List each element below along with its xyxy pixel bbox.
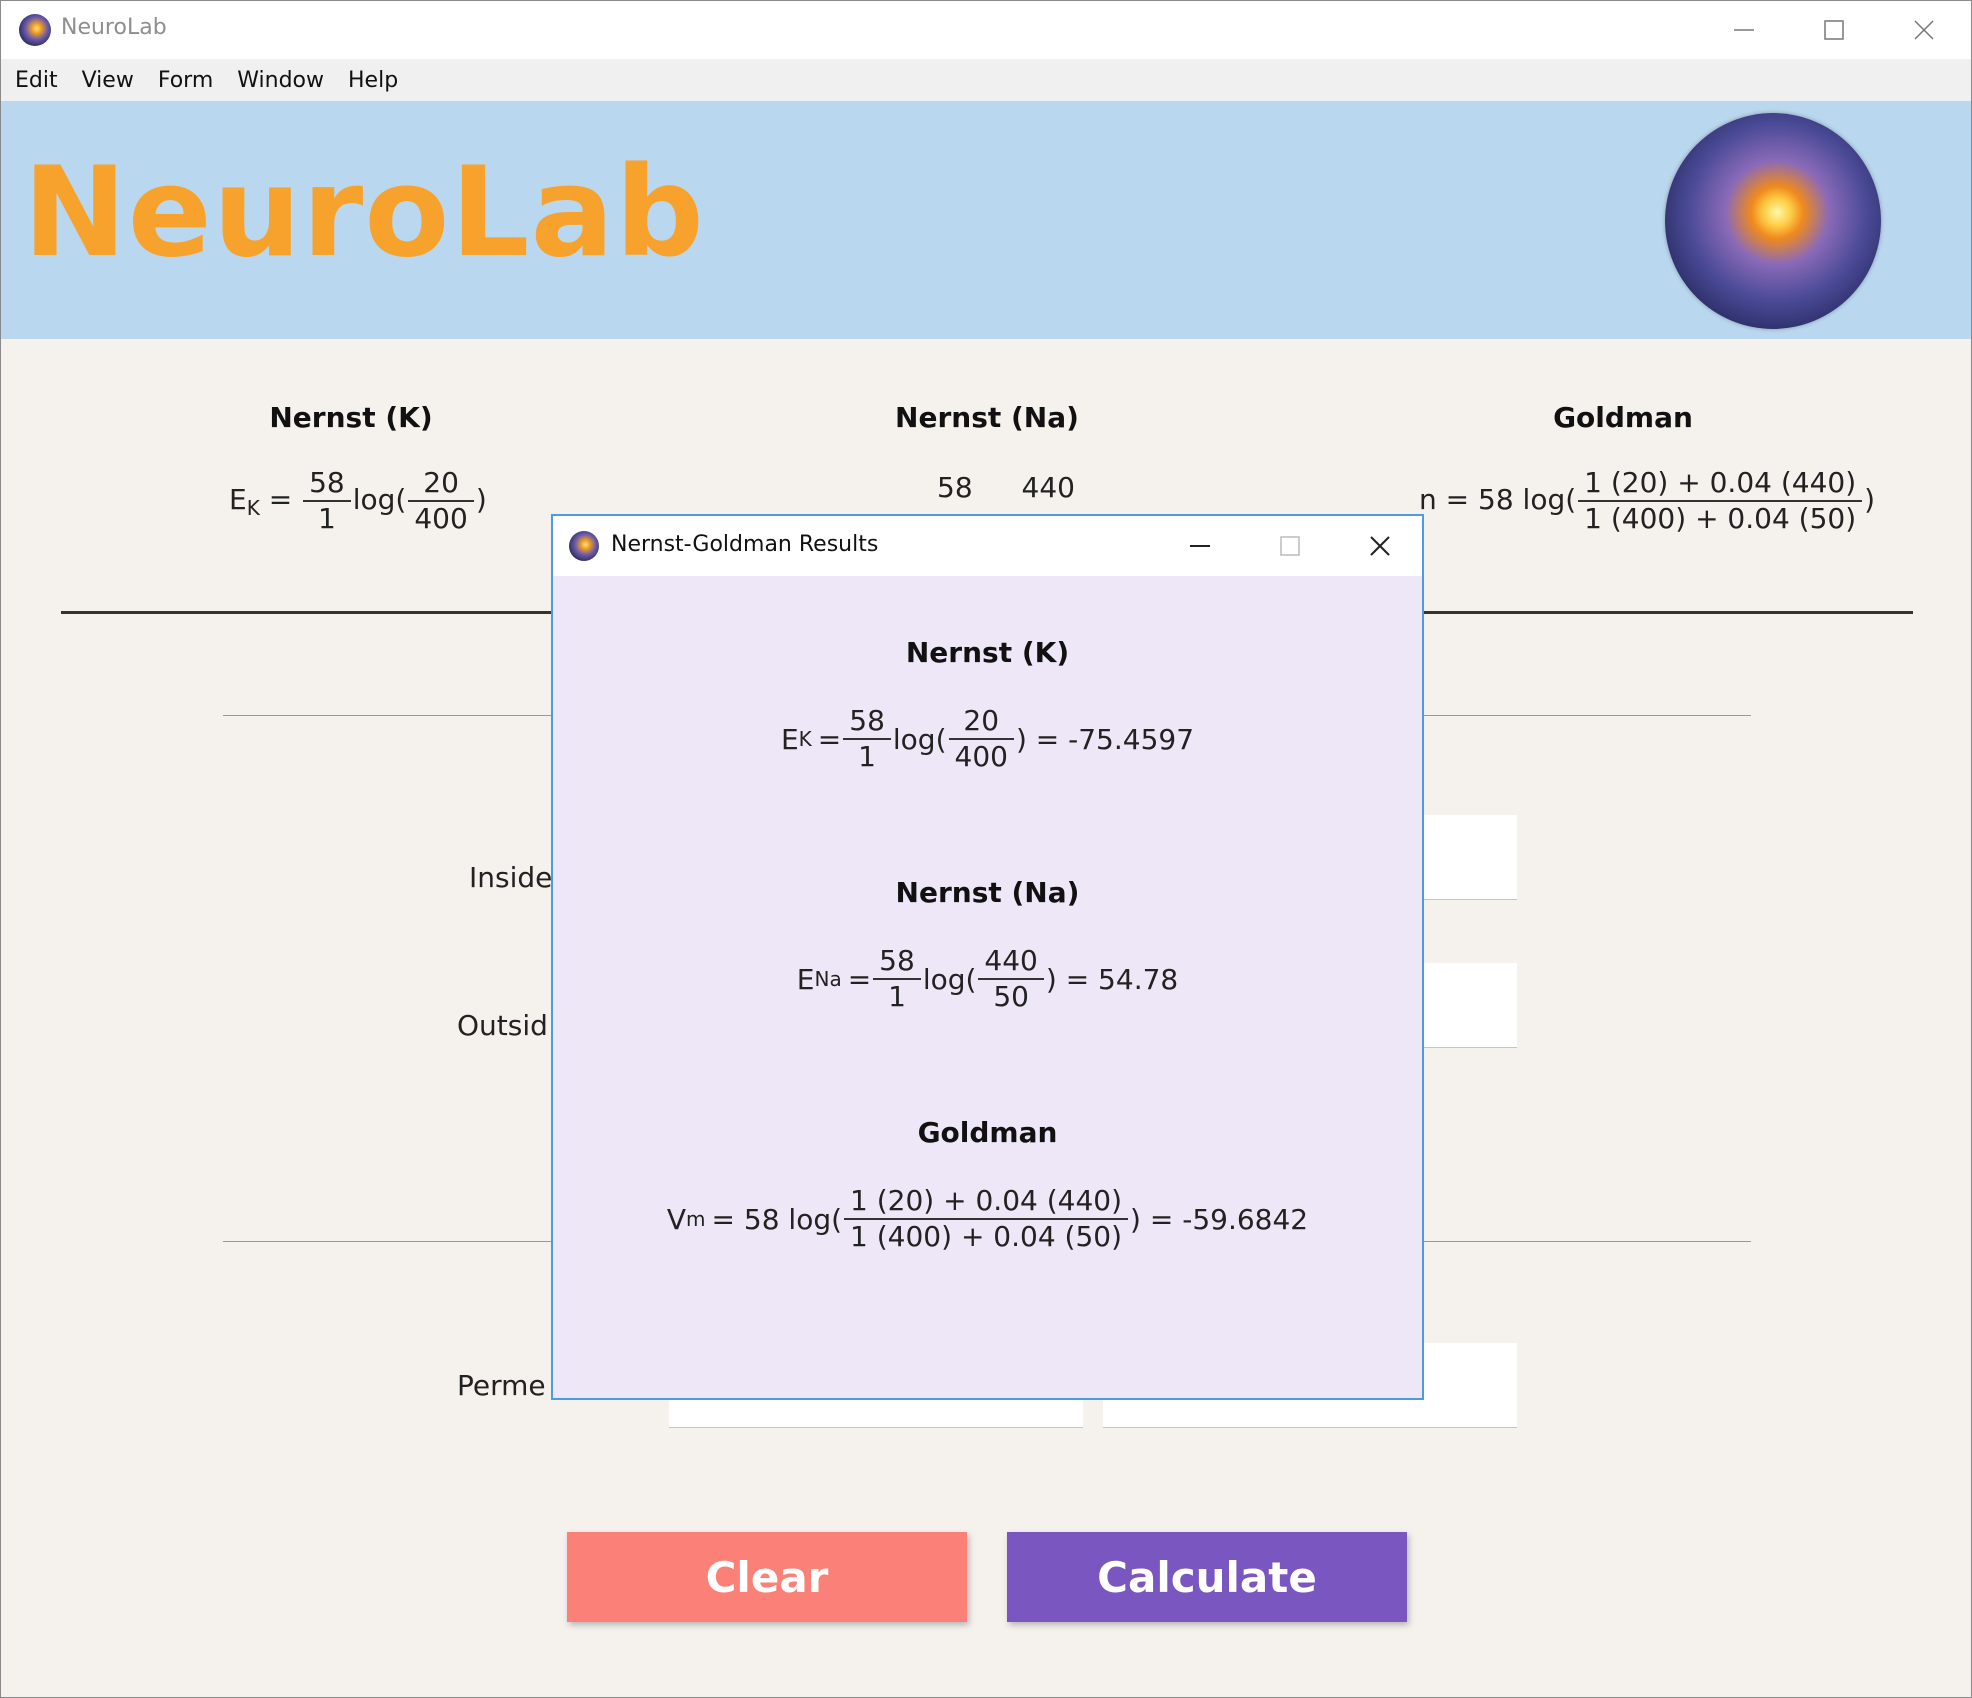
ratio-num: 20	[963, 704, 1000, 737]
maximize-button[interactable]	[1789, 1, 1879, 59]
goldman-num: 1 (20) + 0.04 (440)	[850, 1184, 1123, 1217]
minimize-icon	[1190, 545, 1210, 547]
formula-nernst-na-partial: 58 440	[937, 471, 1075, 504]
result-formula-na: E Na = 58 1 log( 440 50 ) = 54.78	[553, 944, 1422, 1014]
formula-goldman: n = 58 log( 1 (20) + 0.04 (440) 1 (400) …	[1401, 466, 1875, 536]
close-icon	[1914, 20, 1934, 40]
menu-window[interactable]: Window	[225, 68, 336, 93]
formula-eq: =	[268, 483, 293, 516]
coef-fraction: 58 1	[843, 704, 891, 774]
brand-title: NeuroLab	[23, 141, 705, 285]
coef-den: 1	[888, 980, 906, 1013]
result-formula-goldman: Vm = 58 log( 1 (20) + 0.04 (440) 1 (400)…	[553, 1184, 1422, 1254]
coef-num: 58	[309, 466, 345, 499]
result-value-na: ) = 54.78	[1045, 962, 1179, 996]
close-paren: )	[475, 483, 487, 516]
menu-help[interactable]: Help	[336, 68, 410, 93]
menu-edit[interactable]: Edit	[1, 68, 70, 93]
goldman-den: 1 (400) + 0.04 (50)	[850, 1220, 1123, 1253]
goldman-num: 1 (20) + 0.04 (440)	[1584, 466, 1857, 499]
goldman-close: )	[1864, 483, 1876, 516]
app-icon	[19, 14, 51, 46]
dialog-title-bar: Nernst-Goldman Results	[553, 516, 1422, 576]
neurolab-window: NeuroLab Edit View Form Window Help Neur…	[0, 0, 1972, 1698]
dialog-minimize-button[interactable]	[1160, 516, 1240, 576]
maximize-icon	[1824, 20, 1844, 40]
result-value-goldman: ) = -59.6842	[1130, 1202, 1309, 1236]
ratio-num: 440	[984, 944, 1038, 977]
heading-nernst-k: Nernst (K)	[269, 401, 433, 434]
coef-den: 1	[858, 740, 876, 773]
goldman-eq: = 58 log(	[1445, 483, 1577, 516]
heading-nernst-na: Nernst (Na)	[895, 401, 1079, 434]
formula-lhs: E	[796, 962, 815, 996]
menu-bar: Edit View Form Window Help	[1, 59, 1971, 101]
ratio-den: 50	[993, 980, 1029, 1013]
ratio-den: 400	[414, 502, 468, 535]
goldman-lhs-visible: n	[1419, 483, 1437, 516]
log-label: log(	[922, 962, 977, 996]
formula-lhs: E	[780, 722, 799, 756]
input-outside-na[interactable]	[1421, 963, 1517, 1048]
clear-button[interactable]: Clear	[567, 1532, 967, 1622]
formula-eq: = 58 log(	[711, 1202, 843, 1236]
menu-form[interactable]: Form	[146, 68, 225, 93]
ratio-fraction: 440 50	[978, 944, 1044, 1014]
formula-lhs: E	[229, 483, 247, 516]
result-heading-goldman: Goldman	[917, 1116, 1058, 1149]
minimize-icon	[1734, 29, 1754, 31]
formula-eq: =	[847, 962, 872, 996]
close-icon	[1370, 536, 1390, 556]
na-coef-num: 58	[937, 471, 973, 504]
heading-goldman: Goldman	[1553, 401, 1693, 434]
formula-lhs-sub: m	[686, 1207, 706, 1231]
coef-fraction: 58 1	[873, 944, 921, 1014]
label-outside: Outsid	[457, 1009, 548, 1042]
label-permeability: Perme	[457, 1369, 546, 1402]
ratio-den: 400	[954, 740, 1008, 773]
goldman-fraction: 1 (20) + 0.04 (440) 1 (400) + 0.04 (50)	[844, 1184, 1129, 1254]
results-dialog: Nernst-Goldman Results Nernst (K) EK = 5…	[551, 514, 1424, 1400]
dialog-app-icon	[569, 531, 599, 561]
dialog-title: Nernst-Goldman Results	[611, 532, 879, 557]
formula-lhs: V	[666, 1202, 687, 1236]
log-label: log(	[892, 722, 947, 756]
maximize-icon	[1280, 536, 1300, 556]
formula-lhs-sub: K	[246, 496, 260, 520]
title-bar: NeuroLab	[1, 1, 1971, 59]
minimize-button[interactable]	[1699, 1, 1789, 59]
neuron-logo	[1665, 113, 1881, 329]
coef-fraction: 58 1	[303, 466, 351, 536]
formula-eq: =	[817, 722, 842, 756]
coef-num: 58	[849, 704, 885, 737]
formula-nernst-k: EK = 58 1 log( 20 400 )	[229, 466, 487, 536]
window-title: NeuroLab	[61, 15, 167, 40]
goldman-fraction: 1 (20) + 0.04 (440) 1 (400) + 0.04 (50)	[1578, 466, 1863, 536]
coef-num: 58	[879, 944, 915, 977]
result-formula-k: EK = 58 1 log( 20 400 ) = -75.4597	[553, 704, 1422, 774]
na-ratio-num: 440	[1021, 471, 1075, 504]
calculate-button[interactable]: Calculate	[1007, 1532, 1407, 1622]
menu-view[interactable]: View	[70, 68, 146, 93]
coef-den: 1	[318, 502, 336, 535]
result-heading-na: Nernst (Na)	[895, 876, 1080, 909]
goldman-den: 1 (400) + 0.04 (50)	[1584, 502, 1857, 535]
formula-lhs-sub: Na	[814, 967, 842, 991]
label-inside: Inside	[469, 861, 553, 894]
formula-lhs-sub: K	[798, 727, 812, 751]
close-button[interactable]	[1879, 1, 1969, 59]
ratio-num: 20	[423, 466, 459, 499]
log-label: log(	[352, 483, 407, 516]
input-inside-na[interactable]	[1421, 815, 1517, 900]
ratio-fraction: 20 400	[408, 466, 474, 536]
dialog-maximize-button[interactable]	[1250, 516, 1330, 576]
dialog-close-button[interactable]	[1340, 516, 1420, 576]
result-heading-k: Nernst (K)	[905, 636, 1070, 669]
result-value-k: ) = -75.4597	[1015, 722, 1195, 756]
ratio-fraction: 20 400	[948, 704, 1014, 774]
header-banner: NeuroLab	[1, 101, 1971, 339]
